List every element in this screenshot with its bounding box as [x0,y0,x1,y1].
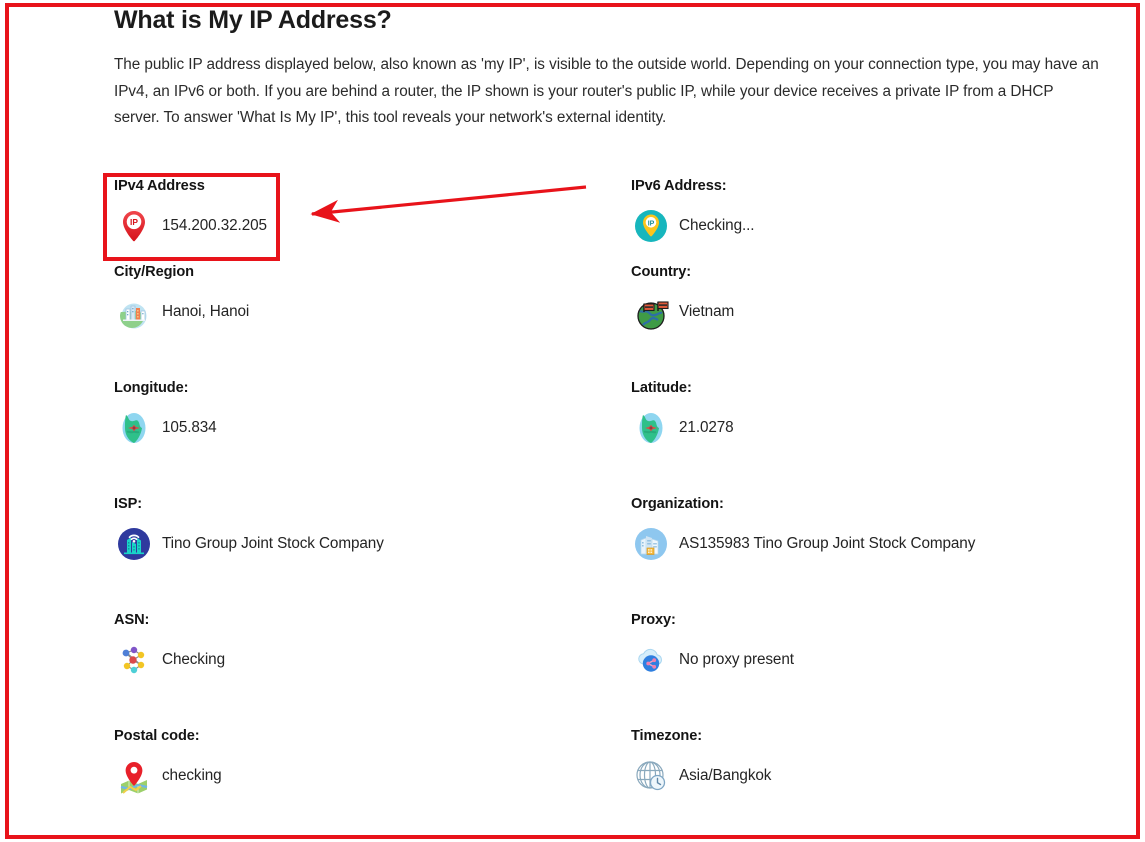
ip-pin-red-icon: IP [114,206,154,246]
field-proxy: Proxy: No proxy present [631,610,1124,726]
field-value-row: IP Checking... [631,204,1124,248]
field-label: Country: [631,264,691,280]
field-label: Proxy: [631,612,676,628]
isp-wifi-buildings-icon [114,524,154,564]
field-value-row: 21.0278 [631,406,1124,450]
organization-buildings-icon [631,524,671,564]
article-content: What is My IP Address? The public IP add… [114,4,1124,132]
field-label: IPv4 Address [114,178,205,194]
field-label: Timezone: [631,728,702,744]
info-row: ISP: Tino Group Joint Stock Company Orga… [114,494,1124,610]
field-value: AS135983 Tino Group Joint Stock Company [679,535,976,552]
network-nodes-icon [114,640,154,680]
field-value-row: checking [114,754,631,798]
field-value: 154.200.32.205 [162,217,267,234]
field-value-row: No proxy present [631,638,1124,682]
field-value-row: AS135983 Tino Group Joint Stock Company [631,522,1124,566]
field-value: Checking... [679,217,755,234]
svg-text:IP: IP [130,217,138,227]
field-value-row: IP 154.200.32.205 [114,204,631,248]
svg-text:IP: IP [648,220,655,227]
field-ipv4-address: IPv4 Address IP 154.200.32.205 [114,176,631,262]
field-latitude: Latitude: 21.0278 [631,378,1124,494]
globe-clock-icon [631,756,671,796]
field-value-row: 105.834 [114,406,631,450]
intro-paragraph: The public IP address displayed below, a… [114,56,1099,126]
info-row: Postal code: checking Timezone: Asia/Ban… [114,726,1124,826]
field-asn: ASN: Checking [114,610,631,726]
ip-info-grid: IPv4 Address IP 154.200.32.205 IPv6 Addr… [114,176,1124,826]
field-label: ASN: [114,612,150,628]
field-label: City/Region [114,264,194,280]
info-row: City/Region Hanoi, Hanoi Country: Vietna… [114,262,1124,378]
globe-compass-icon [631,408,671,448]
field-value-row: Checking [114,638,631,682]
info-row: IPv4 Address IP 154.200.32.205 IPv6 Addr… [114,176,1124,262]
field-value: checking [162,767,222,784]
globe-compass-icon [114,408,154,448]
cloud-share-icon [631,640,671,680]
field-value: Hanoi, Hanoi [162,303,250,320]
field-isp: ISP: Tino Group Joint Stock Company [114,494,631,610]
globe-flags-icon [631,292,671,332]
field-label: Latitude: [631,380,692,396]
field-value: Vietnam [679,303,735,320]
map-pin-icon [114,756,154,796]
field-postal-code: Postal code: checking [114,726,631,826]
field-label: Postal code: [114,728,200,744]
ip-pin-teal-icon: IP [631,206,671,246]
field-value: 21.0278 [679,419,734,436]
field-organization: Organization: AS135983 Tino Group Joint … [631,494,1124,610]
field-country: Country: Vietnam [631,262,1124,378]
field-label: Longitude: [114,380,189,396]
field-value-row: Tino Group Joint Stock Company [114,522,631,566]
field-value: Checking [162,651,225,668]
field-label: Organization: [631,496,724,512]
field-value-row: Hanoi, Hanoi [114,290,631,334]
field-value-row: Vietnam [631,290,1124,334]
info-row: Longitude: 105.834 Latitude: 21.0278 [114,378,1124,494]
field-value: Asia/Bangkok [679,767,772,784]
field-city-region: City/Region Hanoi, Hanoi [114,262,631,378]
field-value: Tino Group Joint Stock Company [162,535,384,552]
page-title: What is My IP Address? [114,6,392,34]
city-globe-icon [114,292,154,332]
field-timezone: Timezone: Asia/Bangkok [631,726,1124,826]
field-value-row: Asia/Bangkok [631,754,1124,798]
field-longitude: Longitude: 105.834 [114,378,631,494]
field-label: ISP: [114,496,142,512]
field-ipv6-address: IPv6 Address: IP Checking... [631,176,1124,262]
field-value: No proxy present [679,651,794,668]
info-row: ASN: Checking Proxy: No proxy present [114,610,1124,726]
field-value: 105.834 [162,419,217,436]
field-label: IPv6 Address: [631,178,727,194]
